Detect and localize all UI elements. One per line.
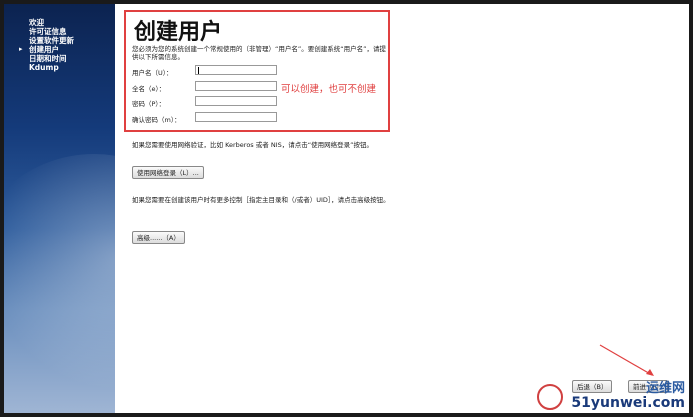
text-caret [198, 67, 199, 74]
step-list: 欢迎 许可证信息 设置软件更新 ▸ 创建用户 日期和时间 Kdump [12, 18, 74, 72]
step-label: 日期和时间 [29, 54, 67, 63]
step-label: 欢迎 [29, 18, 44, 27]
network-login-button[interactable]: 使用网络登录（L）... [132, 166, 204, 179]
sidebar: 欢迎 许可证信息 设置软件更新 ▸ 创建用户 日期和时间 Kdump [4, 4, 115, 413]
step-software-updates: 设置软件更新 [12, 36, 74, 45]
username-input[interactable] [195, 65, 277, 75]
password-label: 密码（P）： [132, 100, 166, 108]
step-label: 设置软件更新 [29, 36, 74, 45]
fullname-label: 全名（e）： [132, 85, 166, 93]
window-frame: 欢迎 许可证信息 设置软件更新 ▸ 创建用户 日期和时间 Kdump 创建用户 您… [0, 0, 693, 417]
step-license: 许可证信息 [12, 27, 74, 36]
step-label: Kdump [29, 63, 59, 72]
advanced-text: 如果您需要在创建该用户时有更多控制［指定主目录和（/或者）UID］，请点击高级按… [132, 196, 390, 204]
network-login-text: 如果您需要使用网络验证，比如 Kerberos 或者 NIS，请点击“使用网络登… [132, 141, 373, 149]
confirm-password-input[interactable] [195, 112, 277, 122]
step-label: 许可证信息 [29, 27, 67, 36]
current-step-arrow-icon: ▸ [19, 45, 23, 53]
watermark-line2: 51yunwei.com [571, 395, 685, 411]
step-label: 创建用户 [29, 45, 59, 54]
step-create-user: ▸ 创建用户 [12, 45, 74, 54]
password-input[interactable] [195, 96, 277, 106]
page-title: 创建用户 [134, 20, 223, 45]
fullname-input[interactable] [195, 81, 277, 91]
watermark-line1: 运维网 [645, 381, 685, 396]
annotation-note: 可以创建，也可不创建 [281, 84, 377, 95]
watermark: 运维网 51yunwei.com [537, 381, 685, 411]
annotation-arrow-icon [599, 344, 654, 376]
step-welcome: 欢迎 [12, 18, 74, 27]
username-label: 用户名（U）： [132, 69, 173, 77]
confirm-password-label: 确认密码（m）： [132, 116, 181, 124]
page-description: 您必须为您的系统创建一个常规使用的（非管理）“用户名”。要创建系统“用户名”，请… [132, 45, 386, 61]
step-date-time: 日期和时间 [12, 54, 74, 63]
sidebar-decoration [4, 154, 115, 413]
step-kdump: Kdump [12, 63, 74, 72]
advanced-button[interactable]: 高级......（A） [132, 231, 185, 244]
